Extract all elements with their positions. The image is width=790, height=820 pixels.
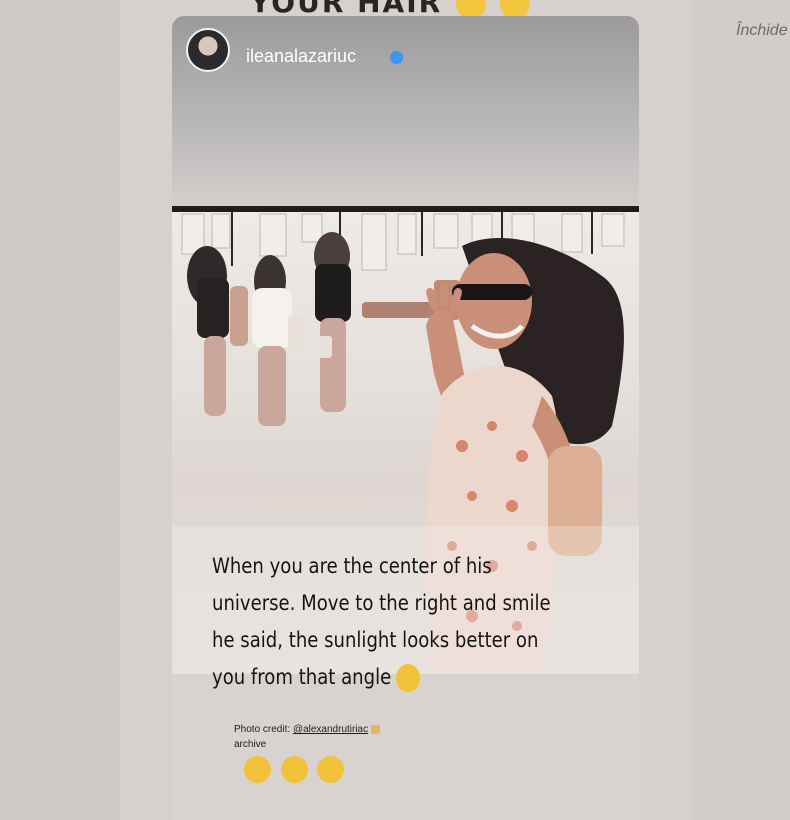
photo-credit-prefix: Photo credit:	[234, 724, 291, 735]
rolling-laughing-emoji-icon	[317, 755, 345, 783]
right-backdrop	[692, 0, 790, 820]
photo-credit-line: Photo credit: @alexandrutiriac	[234, 722, 380, 737]
caption-line-4: you from that angle	[212, 659, 573, 696]
verified-badge-icon	[390, 51, 403, 64]
caption-line-1: When you are the center of his	[212, 554, 492, 578]
avatar[interactable]	[186, 28, 230, 72]
photo-credit-handle[interactable]: @alexandrutiriac	[293, 724, 368, 735]
instagram-story-card: ileanalazariuc When you are the center o…	[172, 16, 639, 820]
story-caption: When you are the center of his universe.…	[212, 548, 573, 696]
hugging-face-emoji-icon	[396, 664, 421, 692]
photo-credit-suffix: archive	[234, 739, 267, 750]
caption-line-4-text: you from that angle	[212, 665, 392, 689]
photo-top-edge	[172, 206, 639, 212]
photo-credit: Photo credit: @alexandrutiriac archive	[234, 722, 380, 752]
rolling-laughing-emoji-icon	[280, 755, 308, 783]
story-header: ileanalazariuc	[172, 16, 639, 208]
caption-line-2: universe. Move to the right and smile	[212, 591, 551, 615]
reaction-emoji-row	[244, 754, 346, 783]
prayer-hands-icon	[370, 724, 380, 734]
username[interactable]: ileanalazariuc	[246, 46, 356, 67]
left-backdrop	[0, 0, 120, 820]
rolling-laughing-emoji-icon	[244, 755, 271, 783]
close-link[interactable]: Închide	[736, 22, 788, 40]
caption-line-3: he said, the sunlight looks better on	[212, 628, 539, 652]
background-people	[187, 232, 351, 426]
